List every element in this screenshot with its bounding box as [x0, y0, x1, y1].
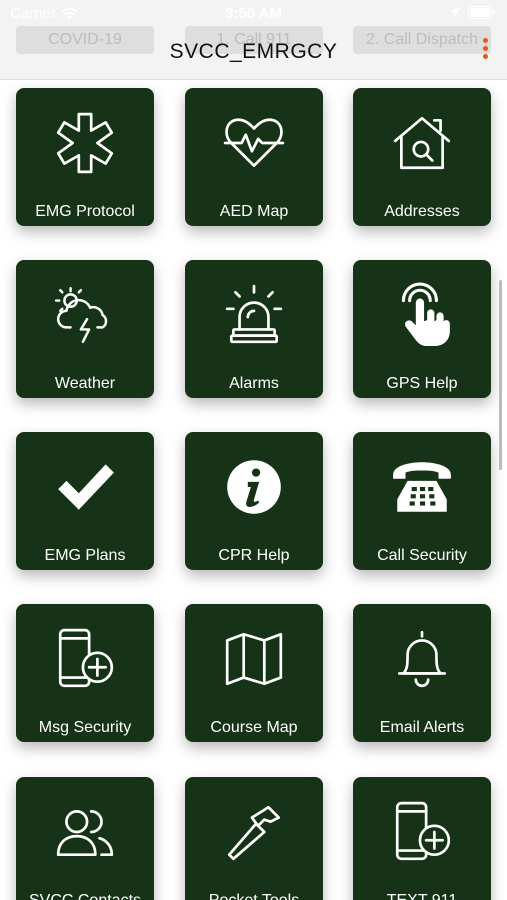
- status-bar: Carrier 3:50 AM: [0, 0, 507, 26]
- tile-label: Msg Security: [38, 719, 132, 736]
- tile-label: Alarms: [229, 375, 279, 392]
- telephone-icon: [353, 454, 491, 520]
- tile-label: Weather: [54, 375, 116, 392]
- house-search-icon: [353, 110, 491, 176]
- tile-label: Email Alerts: [379, 719, 465, 736]
- scroll-indicator[interactable]: [499, 280, 502, 470]
- siren-icon: [185, 282, 323, 348]
- tile-label: EMG Plans: [44, 547, 126, 564]
- tile-alarms[interactable]: Alarms: [185, 260, 323, 398]
- checkmark-icon: [16, 454, 154, 520]
- tile-weather[interactable]: Weather: [16, 260, 154, 398]
- map-icon: [185, 626, 323, 692]
- phone-add-icon: [16, 626, 154, 692]
- heart-pulse-icon: [185, 110, 323, 176]
- touch-hand-icon: [353, 282, 491, 348]
- tile-label: TEXT 911: [355, 892, 489, 900]
- status-right: [449, 6, 495, 19]
- tile-email-alerts[interactable]: Email Alerts: [353, 604, 491, 742]
- tile-cpr-help[interactable]: CPR Help: [185, 432, 323, 570]
- tile-aed-map[interactable]: AED Map: [185, 88, 323, 226]
- bell-icon: [353, 626, 491, 692]
- phone-add-icon: [353, 799, 491, 865]
- tile-label: AED Map: [219, 203, 289, 220]
- tile-text-911[interactable]: TEXT 911: [353, 777, 491, 900]
- tile-label: EMG Protocol: [35, 203, 135, 220]
- tile-label: Course Map: [210, 719, 298, 736]
- location-arrow-icon: [449, 7, 460, 18]
- tile-grid: EMG Protocol AED Map Addresses Weather A…: [0, 0, 507, 900]
- people-icon: [16, 799, 154, 865]
- page-title: SVCC_EMRGCY: [169, 40, 338, 63]
- info-icon: [185, 454, 323, 520]
- tile-label: CPR Help: [218, 547, 290, 564]
- weather-storm-icon: [16, 282, 154, 348]
- tile-addresses[interactable]: Addresses: [353, 88, 491, 226]
- tile-label: GPS Help: [386, 375, 458, 392]
- tile-emg-protocol[interactable]: EMG Protocol: [16, 88, 154, 226]
- hammer-icon: [185, 799, 323, 865]
- tile-label: Pocket Tools: [187, 892, 321, 900]
- tile-gps-help[interactable]: GPS Help: [353, 260, 491, 398]
- tile-msg-security[interactable]: Msg Security: [16, 604, 154, 742]
- tile-label: Addresses: [384, 203, 460, 220]
- battery-icon: [468, 6, 495, 19]
- tile-call-security[interactable]: Call Security: [353, 432, 491, 570]
- clock: 3:50 AM: [225, 5, 282, 22]
- star-of-life-icon: [16, 110, 154, 176]
- tile-svcc-contacts[interactable]: SVCC Contacts: [16, 777, 154, 900]
- more-menu-icon[interactable]: [481, 38, 489, 64]
- tile-label: SVCC Contacts: [18, 892, 152, 900]
- tile-emg-plans[interactable]: EMG Plans: [16, 432, 154, 570]
- tile-label: Call Security: [377, 547, 467, 564]
- tile-course-map[interactable]: Course Map: [185, 604, 323, 742]
- tile-pocket-tools[interactable]: Pocket Tools: [185, 777, 323, 900]
